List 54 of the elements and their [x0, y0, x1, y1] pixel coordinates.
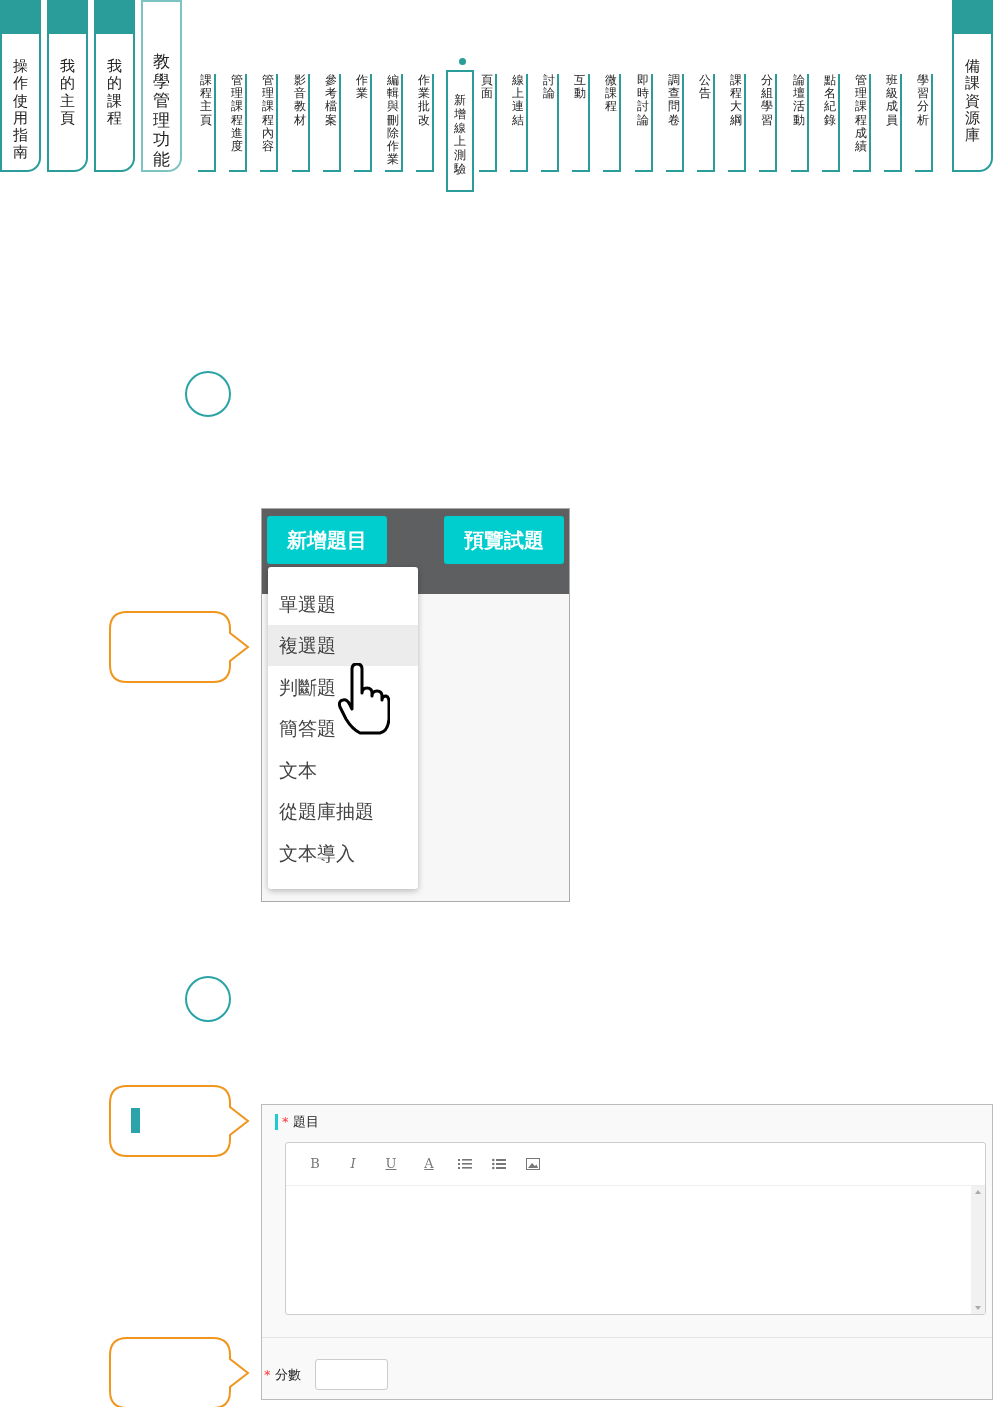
- nav-subtab[interactable]: 參考檔案: [322, 74, 341, 172]
- nav-subtab[interactable]: 微課程: [603, 74, 622, 172]
- nav-subtab[interactable]: 作業批改: [416, 74, 435, 172]
- nav-subtab[interactable]: 管理課程內容: [260, 74, 279, 172]
- nav-subtab[interactable]: 頁面: [478, 74, 497, 172]
- field-label: 分數: [274, 1365, 301, 1384]
- format-tool[interactable]: A: [420, 1154, 438, 1174]
- nav-subtab[interactable]: 討論: [541, 74, 560, 172]
- accent-bar: [275, 1114, 278, 1130]
- menu-item[interactable]: 簡答題: [268, 707, 418, 749]
- nav-tab[interactable]: 教學管理功能: [141, 0, 182, 172]
- menu-item[interactable]: 從題庫抽題: [268, 790, 418, 832]
- nav-subtab[interactable]: 公告: [697, 74, 715, 172]
- nav-subtab[interactable]: 點名紀錄: [821, 74, 840, 172]
- nav-subtab[interactable]: 管理課程成績: [852, 74, 871, 172]
- rich-text-editor[interactable]: B I U A: [285, 1142, 986, 1315]
- required-mark: *: [264, 1365, 271, 1384]
- menu-item[interactable]: 判斷題: [268, 666, 418, 708]
- scroll-up-icon[interactable]: [975, 1190, 981, 1194]
- format-tool[interactable]: I: [344, 1154, 362, 1174]
- scroll-down-icon[interactable]: [975, 1306, 981, 1310]
- nav-subtab[interactable]: 互動: [572, 74, 591, 172]
- nav-subtab[interactable]: 線上連結: [509, 74, 528, 172]
- nav-tab[interactable]: 操作使用指南: [0, 0, 41, 172]
- nav-subtab[interactable]: 調查問卷: [665, 74, 684, 172]
- format-tool[interactable]: U: [382, 1154, 400, 1174]
- image-icon[interactable]: [526, 1158, 540, 1170]
- nav-subtab[interactable]: 即時討論: [634, 74, 653, 172]
- format-tool[interactable]: B: [306, 1154, 324, 1174]
- menu-item[interactable]: 複選題: [268, 624, 418, 666]
- menu-item[interactable]: 文本: [268, 749, 418, 791]
- nav-subtab[interactable]: 分組學習: [759, 74, 778, 172]
- hand-cursor-icon: [338, 663, 390, 735]
- nav-subtab[interactable]: 學習分析: [915, 74, 934, 172]
- nav-subtab[interactable]: 班級成員: [884, 74, 903, 172]
- menu-item[interactable]: 單選題: [268, 583, 418, 625]
- required-mark: *: [282, 1113, 289, 1132]
- numbered-list-icon[interactable]: [458, 1158, 472, 1170]
- bullet-list-icon[interactable]: [492, 1158, 506, 1170]
- nav-subtab[interactable]: 管理課程進度: [229, 74, 248, 172]
- nav-subtab[interactable]: 課程大綱: [728, 74, 747, 172]
- menu-item[interactable]: 文本導入: [268, 832, 418, 874]
- nav-subtab[interactable]: 論壇活動: [790, 74, 809, 172]
- score-input[interactable]: [314, 1359, 388, 1390]
- nav-subtab[interactable]: 新增線上測驗: [445, 70, 474, 192]
- nav-tab[interactable]: 我的課程: [94, 0, 135, 172]
- field-label: 題目: [292, 1113, 319, 1132]
- nav-subtab[interactable]: 課程主頁: [198, 74, 216, 172]
- nav-subtab[interactable]: 編輯與刪除作業: [385, 74, 404, 172]
- nav-tab[interactable]: 備課資源庫: [952, 0, 993, 172]
- scrollbar[interactable]: [971, 1186, 985, 1314]
- nav-tab[interactable]: 我的主頁: [47, 0, 88, 172]
- nav-subtab[interactable]: 作業: [353, 74, 372, 172]
- nav-subtab[interactable]: 影音教材: [291, 74, 310, 172]
